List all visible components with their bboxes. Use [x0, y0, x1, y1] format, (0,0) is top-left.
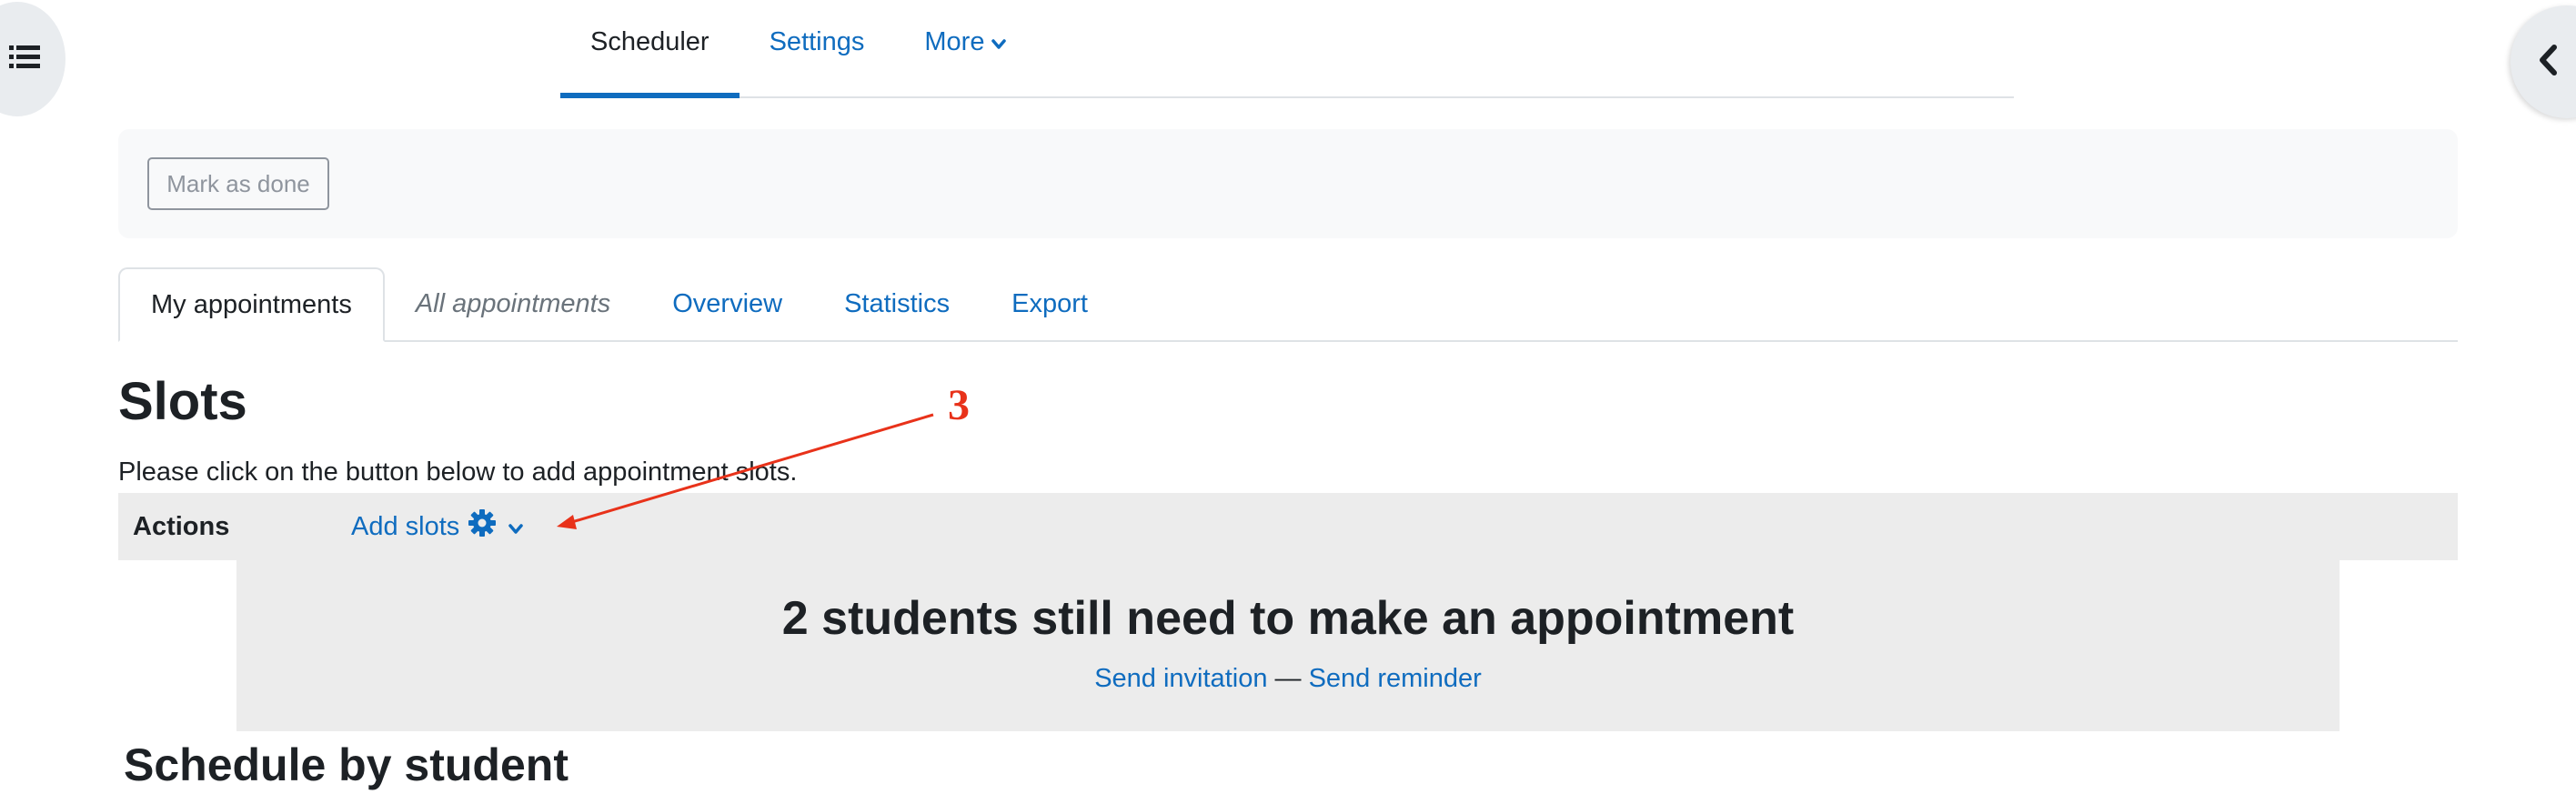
annotation-number: 3	[948, 381, 970, 429]
annotation-arrow	[557, 413, 934, 529]
page: Scheduler Settings More Mark as done My …	[0, 0, 2576, 804]
